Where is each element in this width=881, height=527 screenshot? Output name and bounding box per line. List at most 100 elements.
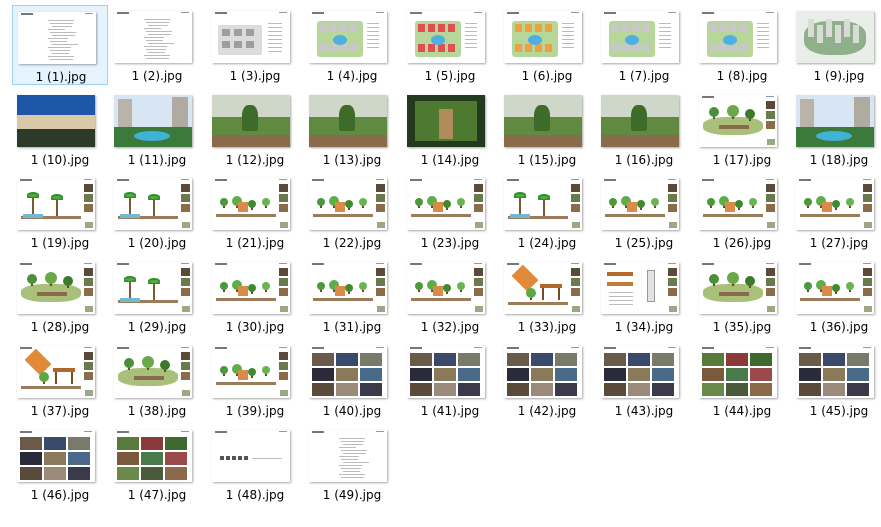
file-item[interactable]: 1 (27).jpg: [791, 172, 881, 252]
file-thumbnail-grid: 1 (1).jpg 1 (2).jpg 1 (3).jpg 1 (4).jpg 1 (5…: [0, 0, 881, 527]
file-thumbnail: [407, 11, 485, 63]
file-item[interactable]: 1 (38).jpg: [109, 340, 205, 420]
file-name-label: 1 (30).jpg: [225, 320, 285, 334]
file-item[interactable]: 1 (22).jpg: [304, 172, 400, 252]
file-thumbnail: [212, 430, 290, 482]
file-item[interactable]: 1 (37).jpg: [12, 340, 108, 420]
file-name-label: 1 (18).jpg: [809, 153, 869, 167]
file-item[interactable]: 1 (21).jpg: [207, 172, 303, 252]
file-name-label: 1 (35).jpg: [712, 320, 772, 334]
file-item[interactable]: 1 (5).jpg: [402, 5, 498, 85]
file-thumbnail: [407, 262, 485, 314]
file-name-label: 1 (41).jpg: [420, 404, 480, 418]
file-item[interactable]: 1 (20).jpg: [109, 172, 205, 252]
file-name-label: 1 (36).jpg: [809, 320, 869, 334]
file-name-label: 1 (26).jpg: [712, 236, 772, 250]
file-name-label: 1 (10).jpg: [30, 153, 90, 167]
file-item[interactable]: 1 (18).jpg: [791, 89, 881, 169]
file-item[interactable]: 1 (41).jpg: [402, 340, 498, 420]
file-name-label: 1 (43).jpg: [614, 404, 674, 418]
file-thumbnail: [699, 178, 777, 230]
file-item[interactable]: 1 (49).jpg: [304, 424, 400, 504]
file-name-label: 1 (6).jpg: [521, 69, 573, 83]
file-item[interactable]: 1 (43).jpg: [596, 340, 692, 420]
file-item[interactable]: 1 (35).jpg: [694, 256, 790, 336]
file-thumbnail: [796, 95, 874, 147]
file-name-label: 1 (34).jpg: [614, 320, 674, 334]
file-item[interactable]: 1 (13).jpg: [304, 89, 400, 169]
file-thumbnail: [212, 262, 290, 314]
file-name-label: 1 (22).jpg: [322, 236, 382, 250]
file-item[interactable]: 1 (16).jpg: [596, 89, 692, 169]
file-name-label: 1 (47).jpg: [127, 488, 187, 502]
file-name-label: 1 (4).jpg: [326, 69, 378, 83]
file-item[interactable]: 1 (39).jpg: [207, 340, 303, 420]
file-thumbnail: [114, 346, 192, 398]
file-thumbnail: [17, 95, 95, 147]
file-name-label: 1 (14).jpg: [420, 153, 480, 167]
file-name-label: 1 (23).jpg: [420, 236, 480, 250]
file-thumbnail: [309, 11, 387, 63]
file-thumbnail: [699, 262, 777, 314]
file-item[interactable]: 1 (8).jpg: [694, 5, 790, 85]
file-item[interactable]: 1 (33).jpg: [499, 256, 595, 336]
file-item[interactable]: 1 (10).jpg: [12, 89, 108, 169]
file-item[interactable]: 1 (40).jpg: [304, 340, 400, 420]
file-thumbnail: [601, 262, 679, 314]
file-item[interactable]: 1 (47).jpg: [109, 424, 205, 504]
file-thumbnail: [796, 178, 874, 230]
file-item[interactable]: 1 (24).jpg: [499, 172, 595, 252]
file-item[interactable]: 1 (14).jpg: [402, 89, 498, 169]
file-name-label: 1 (13).jpg: [322, 153, 382, 167]
file-name-label: 1 (1).jpg: [35, 70, 87, 84]
file-thumbnail: [309, 178, 387, 230]
file-item[interactable]: 1 (17).jpg: [694, 89, 790, 169]
file-name-label: 1 (20).jpg: [127, 236, 187, 250]
file-thumbnail: [212, 95, 290, 147]
file-name-label: 1 (7).jpg: [618, 69, 670, 83]
file-name-label: 1 (15).jpg: [517, 153, 577, 167]
file-item[interactable]: 1 (11).jpg: [109, 89, 205, 169]
file-item[interactable]: 1 (42).jpg: [499, 340, 595, 420]
file-item[interactable]: 1 (30).jpg: [207, 256, 303, 336]
file-item[interactable]: 1 (1).jpg: [12, 5, 108, 85]
file-name-label: 1 (17).jpg: [712, 153, 772, 167]
file-item[interactable]: 1 (19).jpg: [12, 172, 108, 252]
file-item[interactable]: 1 (44).jpg: [694, 340, 790, 420]
file-thumbnail: [17, 178, 95, 230]
file-item[interactable]: 1 (32).jpg: [402, 256, 498, 336]
file-item[interactable]: 1 (25).jpg: [596, 172, 692, 252]
file-item[interactable]: 1 (6).jpg: [499, 5, 595, 85]
file-item[interactable]: 1 (36).jpg: [791, 256, 881, 336]
file-item[interactable]: 1 (12).jpg: [207, 89, 303, 169]
file-item[interactable]: 1 (28).jpg: [12, 256, 108, 336]
file-name-label: 1 (21).jpg: [225, 236, 285, 250]
file-thumbnail: [699, 11, 777, 63]
file-item[interactable]: 1 (23).jpg: [402, 172, 498, 252]
file-item[interactable]: 1 (34).jpg: [596, 256, 692, 336]
file-thumbnail: [407, 95, 485, 147]
file-thumbnail: [17, 346, 95, 398]
file-item[interactable]: 1 (29).jpg: [109, 256, 205, 336]
file-item[interactable]: 1 (48).jpg: [207, 424, 303, 504]
file-thumbnail: [114, 262, 192, 314]
file-item[interactable]: 1 (15).jpg: [499, 89, 595, 169]
file-name-label: 1 (3).jpg: [229, 69, 281, 83]
file-item[interactable]: 1 (4).jpg: [304, 5, 400, 85]
file-name-label: 1 (37).jpg: [30, 404, 90, 418]
file-item[interactable]: 1 (46).jpg: [12, 424, 108, 504]
file-item[interactable]: 1 (9).jpg: [791, 5, 881, 85]
file-thumbnail: [601, 95, 679, 147]
file-name-label: 1 (27).jpg: [809, 236, 869, 250]
file-thumbnail: [114, 430, 192, 482]
file-item[interactable]: 1 (31).jpg: [304, 256, 400, 336]
file-name-label: 1 (24).jpg: [517, 236, 577, 250]
file-item[interactable]: 1 (2).jpg: [109, 5, 205, 85]
file-name-label: 1 (31).jpg: [322, 320, 382, 334]
file-item[interactable]: 1 (3).jpg: [207, 5, 303, 85]
file-name-label: 1 (38).jpg: [127, 404, 187, 418]
file-item[interactable]: 1 (45).jpg: [791, 340, 881, 420]
file-name-label: 1 (9).jpg: [813, 69, 865, 83]
file-item[interactable]: 1 (26).jpg: [694, 172, 790, 252]
file-item[interactable]: 1 (7).jpg: [596, 5, 692, 85]
